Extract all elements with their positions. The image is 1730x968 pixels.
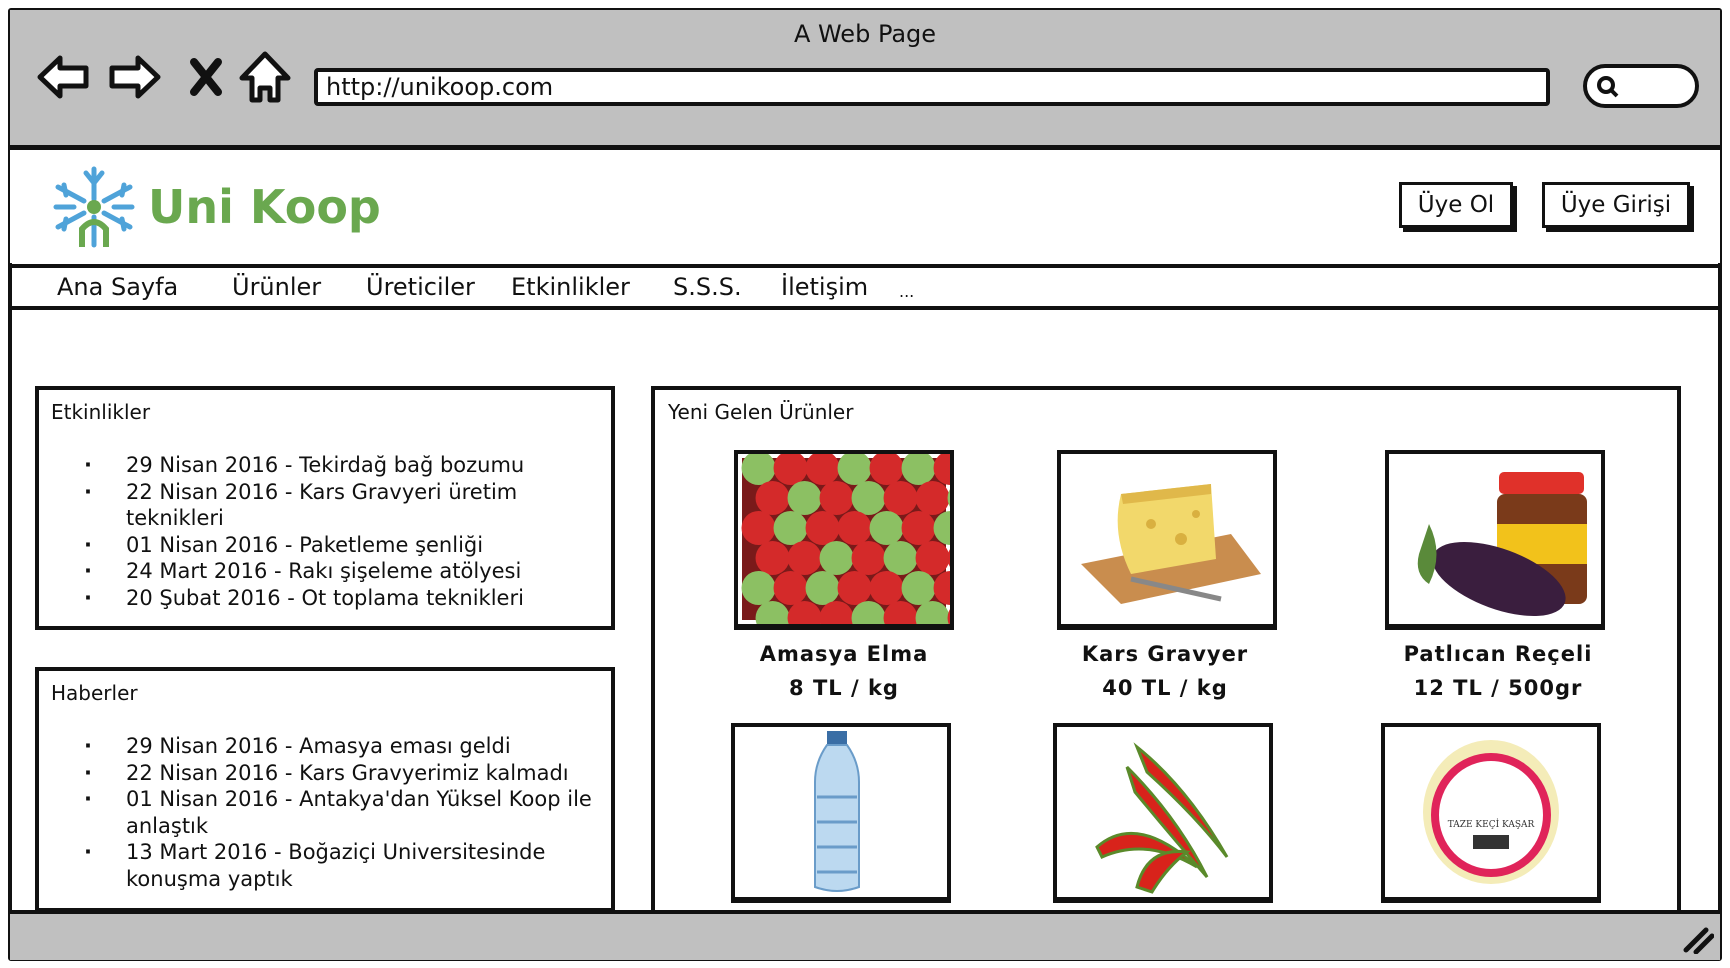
news-item[interactable]: 22 Nisan 2016 - Kars Gravyerimiz kalmadı (39, 760, 592, 787)
close-icon[interactable] (186, 50, 226, 104)
apple-shape (755, 541, 790, 575)
news-item-continued[interactable]: konuşma yaptık (39, 866, 592, 893)
red-peppers-image (1095, 742, 1229, 894)
product-name[interactable]: Kars Gravyer (1015, 642, 1315, 666)
apple-shape (755, 481, 790, 515)
search-input[interactable] (1583, 64, 1699, 108)
news-item[interactable]: 01 Nisan 2016 - Antakya'dan Yüksel Koop … (39, 786, 592, 813)
apple-shape (869, 571, 904, 605)
product-name[interactable]: Patlıcan Reçeli (1348, 642, 1648, 666)
nav-item-ureticiler[interactable]: Üreticiler (366, 273, 475, 301)
nav-item-etkinlikler[interactable]: Etkinlikler (511, 273, 630, 301)
event-item[interactable]: 29 Nisan 2016 - Tekirdağ bağ bozumu (39, 452, 611, 479)
product-name[interactable]: Amasya Elma (694, 642, 994, 666)
news-title: Haberler (51, 681, 138, 705)
page-left-border (8, 310, 12, 910)
apple-shape (819, 541, 854, 575)
event-item[interactable]: 01 Nisan 2016 - Paketleme şenliği (39, 532, 611, 559)
nav-item-iletisim[interactable]: İletişim (781, 273, 868, 301)
new-products-title: Yeni Gelen Ürünler (668, 400, 854, 424)
product-image-cheese[interactable] (1057, 450, 1277, 630)
unikoop-logo-icon[interactable] (52, 165, 136, 249)
events-panel: Etkinlikler 29 Nisan 2016 - Tekirdağ bağ… (35, 386, 615, 630)
kashar-label: TAZE KEÇİ KAŞAR (1448, 818, 1535, 830)
events-title: Etkinlikler (51, 400, 151, 424)
apple-shape (787, 541, 822, 575)
apple-shape (805, 571, 840, 605)
apple-shape (741, 511, 776, 545)
news-item[interactable]: 13 Mart 2016 - Boğaziçi Universitesinde (39, 839, 592, 866)
news-item[interactable]: 29 Nisan 2016 - Amasya eması geldi (39, 733, 592, 760)
apple-shape (819, 481, 854, 515)
product-image-water[interactable] (731, 723, 951, 903)
back-arrow-icon[interactable] (36, 50, 90, 104)
apple-shape (851, 481, 886, 515)
goat-kashar-cheese-image: TAZE KEÇİ KAŞAR (1423, 740, 1559, 884)
apple-shape (915, 541, 950, 575)
url-input[interactable]: http://unikoop.com (314, 68, 1550, 106)
logo-text[interactable]: Uni Koop (148, 180, 381, 234)
apple-shape (787, 481, 822, 515)
apple-shape (837, 571, 872, 605)
news-item-continued[interactable]: anlaştık (39, 813, 592, 840)
window-title: A Web Page (793, 20, 937, 48)
news-panel: Haberler 29 Nisan 2016 - Amasya eması ge… (35, 667, 615, 912)
apples-image (741, 454, 950, 624)
apple-shape (915, 481, 950, 515)
apple-shape (773, 511, 808, 545)
news-list: 29 Nisan 2016 - Amasya eması geldi 22 Ni… (39, 733, 592, 892)
forward-arrow-icon[interactable] (108, 50, 162, 104)
apple-shape (773, 571, 808, 605)
apple-shape (741, 571, 776, 605)
eggplant-jam-image (1417, 472, 1587, 616)
product-price: 40 TL / kg (1102, 676, 1228, 700)
search-icon (1597, 76, 1619, 98)
product-image-eggplant-jam[interactable] (1385, 450, 1605, 630)
home-icon[interactable] (238, 50, 292, 104)
login-button[interactable]: Üye Girişi (1542, 182, 1690, 228)
cheese-image (1081, 484, 1261, 604)
signup-button[interactable]: Üye Ol (1399, 182, 1513, 228)
apple-shape (851, 541, 886, 575)
product-price: 8 TL / kg (789, 676, 899, 700)
apple-shape (805, 511, 840, 545)
resize-handle-icon[interactable] (1680, 924, 1714, 954)
nav-item-urunler[interactable]: Ürünler (232, 273, 321, 301)
apple-shape (837, 511, 872, 545)
product-image-peppers[interactable] (1053, 723, 1273, 903)
apple-shape (947, 549, 950, 567)
event-item[interactable]: 22 Nisan 2016 - Kars Gravyeri üretim tek… (39, 479, 611, 532)
events-list: 29 Nisan 2016 - Tekirdağ bağ bozumu 22 N… (39, 452, 611, 611)
apple-shape (883, 541, 918, 575)
apple-shape (901, 571, 936, 605)
nav-item-sss[interactable]: S.S.S. (673, 273, 742, 301)
product-image-kashar[interactable]: TAZE KEÇİ KAŞAR (1381, 723, 1601, 903)
nav-item-ana-sayfa[interactable]: Ana Sayfa (57, 273, 178, 301)
product-price: 12 TL / 500gr (1413, 676, 1583, 700)
apple-shape (883, 481, 918, 515)
product-image-apples[interactable] (734, 450, 954, 630)
apple-shape (869, 511, 904, 545)
water-bottle-image (814, 731, 860, 892)
nav-item-more[interactable]: ... (899, 282, 914, 301)
apple-shape (901, 511, 936, 545)
apple-shape (947, 489, 950, 507)
event-item[interactable]: 24 Mart 2016 - Rakı şişeleme atölyesi (39, 558, 611, 585)
browser-statusbar (10, 910, 1720, 960)
event-item[interactable]: 20 Şubat 2016 - Ot toplama teknikleri (39, 585, 611, 612)
